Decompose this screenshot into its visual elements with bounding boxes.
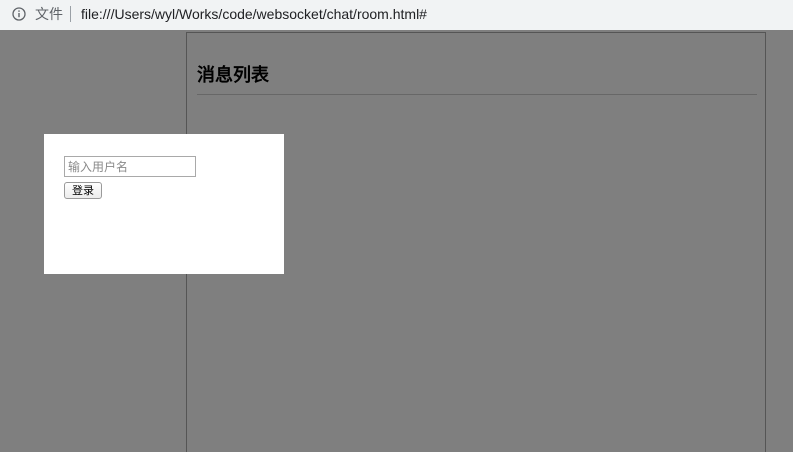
page-content: 消息列表 登录 — [0, 30, 793, 452]
separator — [70, 6, 71, 22]
login-modal: 登录 — [44, 134, 284, 274]
url-text[interactable]: file:///Users/wyl/Works/code/websocket/c… — [81, 6, 427, 22]
address-bar[interactable]: 文件 file:///Users/wyl/Works/code/websocke… — [0, 0, 793, 30]
login-button[interactable]: 登录 — [64, 182, 102, 199]
scheme-label: 文件 — [35, 6, 63, 22]
username-input[interactable] — [64, 156, 196, 177]
info-icon[interactable] — [12, 7, 26, 21]
